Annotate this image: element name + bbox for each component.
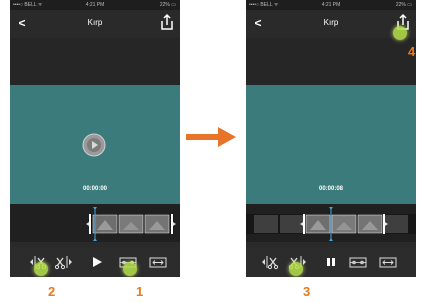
nav-bar: < Kırp — [246, 10, 416, 38]
share-button[interactable] — [159, 12, 175, 32]
video-timecode: 00:00:08 — [318, 186, 344, 192]
callout-2: 2 — [48, 284, 56, 299]
trim-left-icon[interactable] — [260, 253, 280, 271]
screen-title: Kırp — [323, 18, 339, 27]
tap-indicator-1 — [123, 262, 137, 276]
play-button[interactable] — [90, 253, 104, 271]
nav-bar: < Kırp — [10, 10, 180, 38]
phone-screen-after: ••••○ BELL ᯤ 4:21 PM 22% ▭ < Kırp 00:00:… — [246, 0, 416, 277]
play-icon — [82, 133, 106, 157]
empty-area — [10, 38, 180, 85]
status-time: 4:21 PM — [85, 2, 105, 8]
trim-end-handle[interactable] — [171, 214, 173, 234]
trim-start-handle[interactable] — [303, 214, 305, 234]
callout-1: 1 — [136, 284, 144, 299]
phone-screen-before: ••••○ BELL ᯤ 4:21 PM 22% ▭ < Kırp 00:00:… — [10, 0, 180, 277]
trim-start-handle[interactable] — [89, 214, 91, 234]
split-icon[interactable] — [348, 253, 368, 271]
thumbnail-strip — [92, 214, 170, 234]
screen-title: Kırp — [87, 18, 103, 27]
duplicate-icon[interactable] — [378, 253, 398, 271]
pause-icon — [327, 258, 330, 266]
play-overlay-button[interactable] — [82, 133, 106, 157]
status-bar: ••••○ BELL ᯤ 4:21 PM 22% ▭ — [246, 0, 416, 10]
share-icon — [161, 13, 173, 30]
callout-4: 4 — [408, 44, 416, 59]
battery-label: 22% ▭ — [395, 2, 412, 8]
status-time: 4:21 PM — [321, 2, 341, 8]
trim-end-handle[interactable] — [383, 214, 385, 234]
edit-toolbar — [246, 247, 416, 277]
arrow-right-icon — [186, 127, 236, 147]
callout-3: 3 — [303, 284, 311, 299]
timeline[interactable] — [10, 204, 180, 242]
tap-indicator-4 — [393, 26, 407, 40]
timeline[interactable] — [246, 204, 416, 242]
video-timecode: 00:00:00 — [82, 186, 108, 192]
tap-indicator-2 — [34, 262, 48, 276]
trim-right-icon[interactable] — [54, 253, 74, 271]
empty-area — [246, 38, 416, 85]
pause-button[interactable] — [324, 253, 338, 271]
status-bar: ••••○ BELL ᯤ 4:21 PM 22% ▭ — [10, 0, 180, 10]
video-preview[interactable]: 00:00:08 — [246, 85, 416, 204]
duplicate-icon[interactable] — [148, 253, 168, 271]
video-preview[interactable]: 00:00:00 — [10, 85, 180, 204]
battery-label: 22% ▭ — [159, 2, 176, 8]
tap-indicator-3 — [289, 262, 303, 276]
